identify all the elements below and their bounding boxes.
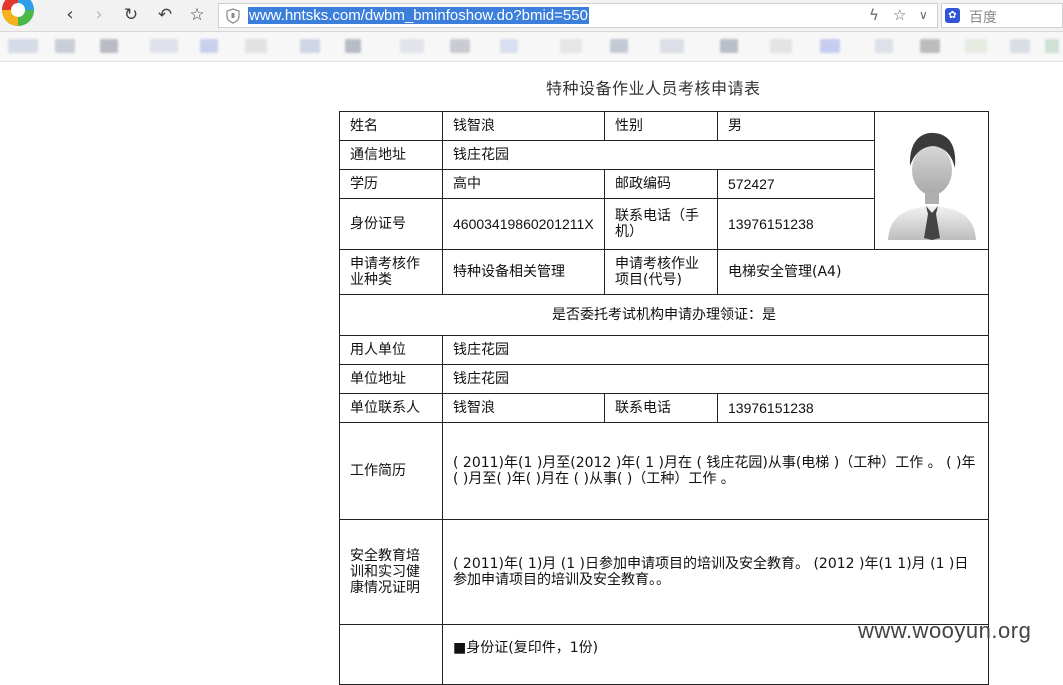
- search-box[interactable]: ✿ 百度: [941, 3, 1063, 28]
- star-icon[interactable]: ☆: [186, 4, 208, 26]
- browser-toolbar: ‹ › ↻ ↶ ☆ www.hntsks.com/dwbm_bminfoshow…: [0, 0, 1063, 32]
- blurred-bookmark[interactable]: [150, 39, 178, 53]
- bookmarks-bar-blurred: [0, 32, 1063, 62]
- blurred-bookmark[interactable]: [660, 39, 684, 53]
- address-label: 通信地址: [339, 140, 443, 170]
- blurred-bookmark[interactable]: [450, 39, 470, 53]
- chevron-down-icon[interactable]: ∨: [919, 8, 928, 22]
- table-row: 用人单位 钱庄花园: [339, 335, 989, 365]
- applicant-photo-cell: [874, 111, 989, 250]
- blurred-bookmark[interactable]: [720, 39, 738, 53]
- search-placeholder[interactable]: 百度: [969, 7, 997, 27]
- table-row: 是否委托考试机构申请办理领证：是: [339, 294, 989, 336]
- blurred-bookmark[interactable]: [100, 39, 118, 53]
- lightning-icon[interactable]: ϟ: [869, 6, 879, 24]
- table-row: 工作简历 ( 2011)年(1 )月至(2012 )年( 1 )月在 ( 钱庄花…: [339, 422, 989, 520]
- blurred-bookmark[interactable]: [345, 39, 361, 53]
- table-row: 单位地址 钱庄花园: [339, 364, 989, 394]
- item-value: 电梯安全管理(A4): [717, 249, 989, 295]
- back-icon[interactable]: ‹: [59, 4, 81, 26]
- attachments-label: [339, 624, 443, 685]
- blurred-bookmark[interactable]: [610, 39, 628, 53]
- phone-label: 联系电话（手机）: [604, 198, 718, 250]
- blurred-bookmark[interactable]: [500, 39, 518, 53]
- item-label: 申请考核作业项目(代号): [604, 249, 718, 295]
- postcode-label: 邮政编码: [604, 169, 718, 199]
- category-label: 申请考核作业种类: [339, 249, 443, 295]
- postcode-value: 572427: [717, 169, 875, 199]
- name-value: 钱智浪: [442, 111, 605, 141]
- blurred-bookmark[interactable]: [200, 39, 218, 53]
- education-value: 高中: [442, 169, 605, 199]
- employer-address-label: 单位地址: [339, 364, 443, 394]
- employer-address-value: 钱庄花园: [442, 364, 989, 394]
- shield-icon: [226, 8, 240, 24]
- gender-value: 男: [717, 111, 875, 141]
- category-value: 特种设备相关管理: [442, 249, 605, 295]
- employer-label: 用人单位: [339, 335, 443, 365]
- baidu-paw-icon: ✿: [945, 8, 960, 23]
- blurred-bookmark[interactable]: [1045, 39, 1059, 53]
- app-logo-icon[interactable]: [0, 0, 44, 30]
- table-row: 姓名 钱智浪 性别 男: [339, 111, 989, 250]
- attachment-item: ■身份证(复印件，1份): [453, 640, 599, 656]
- phone-value: 13976151238: [717, 198, 875, 250]
- watermark: www.wooyun.org: [858, 618, 1032, 643]
- blurred-bookmark[interactable]: [55, 39, 75, 53]
- blurred-bookmark[interactable]: [965, 39, 987, 53]
- blurred-bookmark[interactable]: [820, 39, 840, 53]
- blurred-bookmark[interactable]: [560, 39, 582, 53]
- table-row: 安全教育培训和实习健康情况证明 ( 2011)年( 1)月 (1 )日参加申请项…: [339, 519, 989, 625]
- gender-label: 性别: [604, 111, 718, 141]
- name-label: 姓名: [339, 111, 443, 141]
- forward-icon[interactable]: ›: [88, 4, 110, 26]
- safety-training-label: 安全教育培训和实习健康情况证明: [339, 519, 443, 625]
- safety-training-value: ( 2011)年( 1)月 (1 )日参加申请项目的培训及安全教育。 (2012…: [442, 519, 989, 625]
- blurred-bookmark[interactable]: [8, 39, 38, 53]
- reload-icon[interactable]: ↻: [120, 4, 142, 26]
- education-label: 学历: [339, 169, 443, 199]
- page-title: 特种设备作业人员考核申请表: [546, 79, 761, 98]
- address-value: 钱庄花园: [442, 140, 875, 170]
- blurred-bookmark[interactable]: [920, 39, 940, 53]
- employer-value: 钱庄花园: [442, 335, 989, 365]
- id-value: 46003419860201211X: [442, 198, 605, 250]
- bookmark-star-icon[interactable]: ☆: [893, 6, 906, 24]
- contact-label: 单位联系人: [339, 393, 443, 423]
- contact-phone-label: 联系电话: [604, 393, 718, 423]
- blurred-bookmark[interactable]: [770, 39, 792, 53]
- table-row: 申请考核作业种类 特种设备相关管理 申请考核作业项目(代号) 电梯安全管理(A4…: [339, 249, 989, 295]
- application-form-table: 姓名 钱智浪 性别 男 通信地址 钱庄花园 学历 高中 邮政编码 572427 …: [339, 111, 989, 685]
- id-label: 身份证号: [339, 198, 443, 250]
- contact-value: 钱智浪: [442, 393, 605, 423]
- url-text[interactable]: www.hntsks.com/dwbm_bminfoshow.do?bmid=5…: [248, 7, 589, 24]
- blurred-bookmark[interactable]: [245, 39, 267, 53]
- work-history-label: 工作简历: [339, 422, 443, 520]
- address-bar[interactable]: www.hntsks.com/dwbm_bminfoshow.do?bmid=5…: [218, 3, 938, 28]
- avatar-icon: [887, 132, 976, 240]
- address-bar-actions: ϟ ☆ ∨: [847, 4, 937, 27]
- undo-icon[interactable]: ↶: [154, 4, 176, 26]
- blurred-bookmark[interactable]: [875, 39, 893, 53]
- work-history-value: ( 2011)年(1 )月至(2012 )年( 1 )月在 ( 钱庄花园)从事(…: [442, 422, 989, 520]
- contact-phone-value: 13976151238: [717, 393, 989, 423]
- blurred-bookmark[interactable]: [400, 39, 424, 53]
- table-row: 单位联系人 钱智浪 联系电话 13976151238: [339, 393, 989, 423]
- blurred-bookmark[interactable]: [1010, 39, 1030, 53]
- entrust-statement: 是否委托考试机构申请办理领证：是: [339, 294, 989, 336]
- blurred-bookmark[interactable]: [300, 39, 320, 53]
